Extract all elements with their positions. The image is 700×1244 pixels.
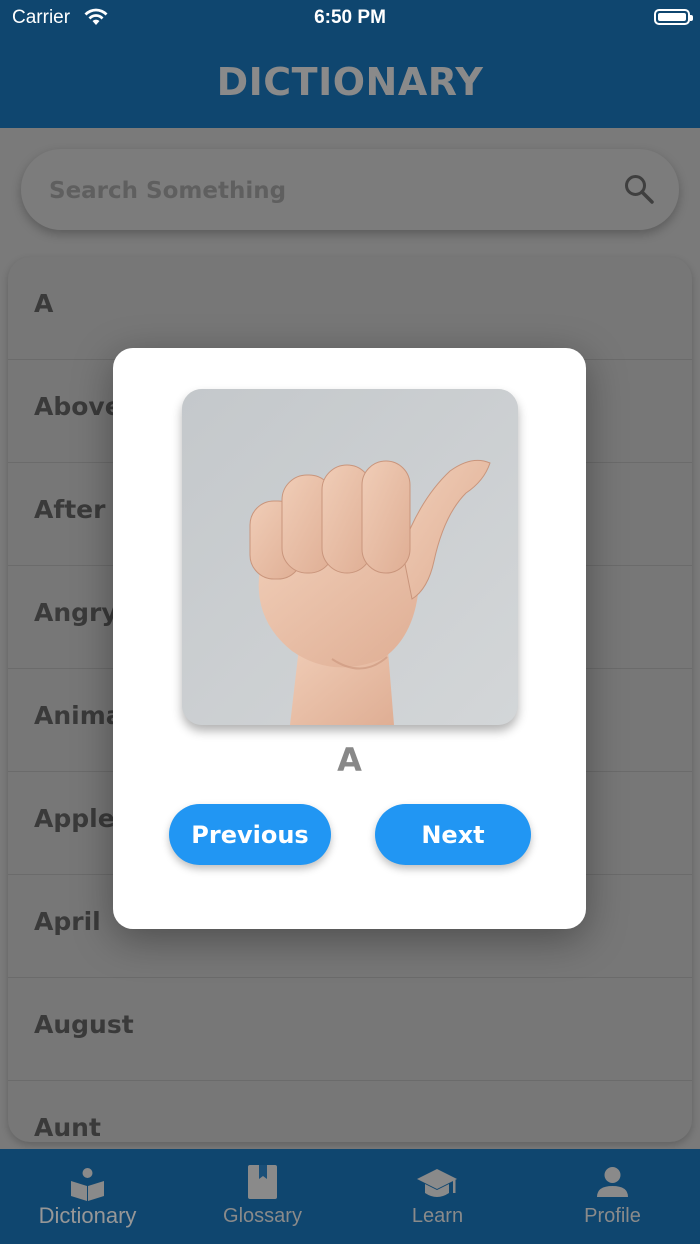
- search-bar[interactable]: [21, 149, 679, 230]
- list-item-label: August: [34, 1010, 134, 1039]
- tab-profile[interactable]: Profile: [525, 1149, 700, 1244]
- clock: 6:50 PM: [314, 7, 386, 28]
- sign-preview-dialog: A Previous Next: [113, 348, 586, 929]
- bottom-tab-bar: Dictionary Glossary Learn Profile: [0, 1149, 700, 1244]
- list-item-label: Above: [34, 392, 122, 421]
- tab-label: Dictionary: [38, 1203, 137, 1228]
- tab-dictionary[interactable]: Dictionary: [0, 1149, 175, 1244]
- list-item-label: April: [34, 907, 101, 936]
- tab-label: Learn: [411, 1205, 464, 1227]
- list-item-label: Angry: [34, 598, 118, 627]
- status-bar: Carrier 6:50 PM: [0, 0, 700, 36]
- list-item[interactable]: August: [8, 978, 692, 1081]
- list-item[interactable]: Aunt: [8, 1081, 692, 1142]
- person-icon: [525, 1165, 700, 1201]
- battery-icon: [654, 9, 693, 25]
- book-icon: [175, 1165, 350, 1201]
- tab-learn[interactable]: Learn: [350, 1149, 525, 1244]
- list-item-label: After: [34, 495, 106, 524]
- app-header: DICTIONARY: [0, 36, 700, 128]
- list-item-label: Apple: [34, 804, 115, 833]
- tab-glossary[interactable]: Glossary: [175, 1149, 350, 1244]
- tab-label: Profile: [584, 1205, 641, 1227]
- list-item-label: A: [34, 289, 54, 318]
- list-item[interactable]: A: [8, 257, 692, 360]
- next-button[interactable]: Next: [375, 804, 531, 865]
- sign-image: [182, 389, 518, 725]
- tab-label: Glossary: [223, 1205, 302, 1227]
- previous-button[interactable]: Previous: [169, 804, 331, 865]
- search-icon[interactable]: [623, 173, 655, 209]
- dictionary-icon: [0, 1165, 175, 1201]
- sign-letter: A: [337, 741, 362, 779]
- search-input[interactable]: [47, 171, 591, 211]
- page-title: DICTIONARY: [216, 60, 484, 104]
- graduation-cap-icon: [350, 1165, 525, 1201]
- list-item-label: Aunt: [34, 1113, 101, 1142]
